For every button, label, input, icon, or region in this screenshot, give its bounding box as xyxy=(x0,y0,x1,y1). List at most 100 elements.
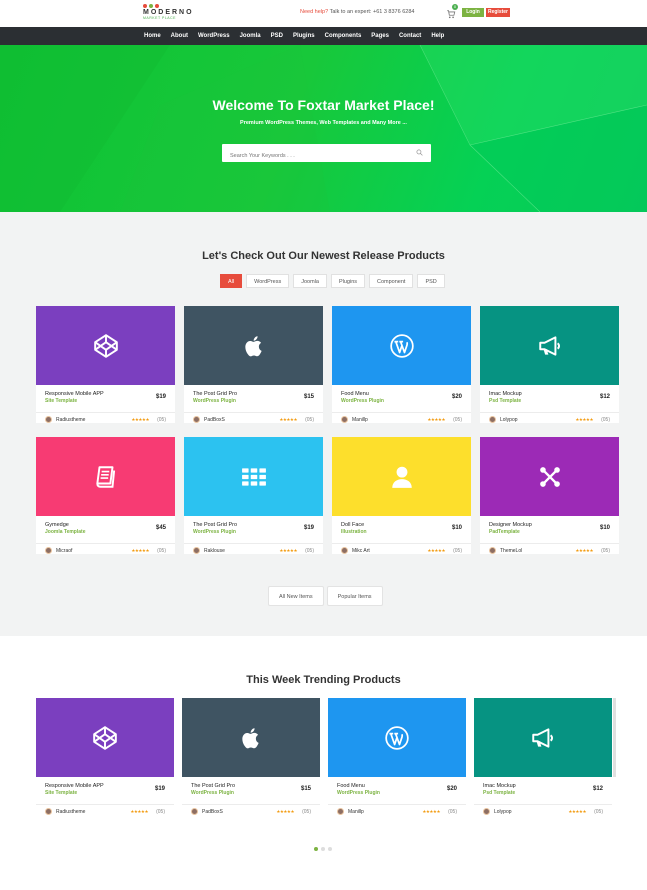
main-nav: Home About WordPress Joomla PSD Plugins Compon… xyxy=(0,27,647,45)
author-name[interactable]: PadBoxS xyxy=(202,809,223,815)
nav-item-psd[interactable]: PSD xyxy=(271,27,283,45)
product-title[interactable]: Imac Mockup xyxy=(483,783,516,789)
product-category[interactable]: PadTemplate xyxy=(489,529,520,535)
author-name[interactable]: Lolypop xyxy=(500,417,518,423)
product-thumbnail[interactable] xyxy=(182,698,320,777)
brand-logo[interactable]: MODERNO MARKET PLACE xyxy=(143,4,203,24)
product-card[interactable]: Responsive Mobile APP Site Template $19 Rad… xyxy=(36,698,174,821)
filter-plugins[interactable]: Plugins xyxy=(330,274,366,288)
filter-joomla[interactable]: Joomla xyxy=(293,274,327,288)
product-category[interactable]: Joomla Template xyxy=(45,529,85,535)
login-button[interactable]: Login xyxy=(462,8,484,17)
product-thumbnail[interactable] xyxy=(36,698,174,777)
product-category[interactable]: WordPress Plugin xyxy=(193,398,236,404)
filter-component[interactable]: Component xyxy=(369,274,414,288)
product-card[interactable]: Imac Mockup Psd Template $12 Lolypop ★★★★★ (0… xyxy=(480,306,619,423)
filter-wordpress[interactable]: WordPress xyxy=(246,274,290,288)
product-category[interactable]: Psd Template xyxy=(483,790,515,796)
carousel-dot[interactable] xyxy=(321,847,325,851)
product-category[interactable]: WordPress Plugin xyxy=(337,790,380,796)
product-category[interactable]: WordPress Plugin xyxy=(341,398,384,404)
product-thumbnail[interactable] xyxy=(328,698,466,777)
product-thumbnail[interactable] xyxy=(332,306,471,385)
search-icon[interactable] xyxy=(416,149,423,156)
product-thumbnail[interactable] xyxy=(184,437,323,516)
carousel-dot[interactable] xyxy=(314,847,318,851)
nav-item-components[interactable]: Components xyxy=(325,27,362,45)
product-title[interactable]: The Post Grid Pro xyxy=(193,522,237,528)
product-title[interactable]: Designer Mockup xyxy=(489,522,532,528)
product-card[interactable]: Doll Face Illustration $10 Mikc Art ★★★★★ (05… xyxy=(332,437,471,554)
product-card[interactable]: Responsive Mobile APP Site Template $19 Rad… xyxy=(36,306,175,423)
product-category[interactable]: Illustration xyxy=(341,529,367,535)
nav-item-pages[interactable]: Pages xyxy=(371,27,389,45)
hero-subtitle: Premium WordPress Themes, Web Templates … xyxy=(240,120,407,126)
product-card[interactable]: The Post Grid Pro WordPress Plugin $19 Rakl… xyxy=(184,437,323,554)
product-title[interactable]: Responsive Mobile APP xyxy=(45,783,104,789)
author-name[interactable]: Mikc Art xyxy=(352,548,370,554)
register-button[interactable]: Register xyxy=(486,8,510,17)
nav-item-wordpress[interactable]: WordPress xyxy=(198,27,230,45)
nav-item-home[interactable]: Home xyxy=(144,27,161,45)
product-card[interactable]: Imac Mockup Psd Template $12 Lolypop ★★★★★ (0… xyxy=(474,698,612,821)
product-thumbnail[interactable] xyxy=(184,306,323,385)
product-category[interactable]: WordPress Plugin xyxy=(191,790,234,796)
product-card[interactable]: The Post Grid Pro WordPress Plugin $15 PadB… xyxy=(182,698,320,821)
product-thumbnail[interactable] xyxy=(480,437,619,516)
carousel-dot[interactable] xyxy=(328,847,332,851)
author-name[interactable]: Radiustheme xyxy=(56,809,85,815)
product-card[interactable]: The Post Grid Pro WordPress Plugin $15 PadB… xyxy=(184,306,323,423)
author-name[interactable]: PadBoxS xyxy=(204,417,225,423)
filter-all[interactable]: All xyxy=(220,274,243,288)
author-avatar xyxy=(193,416,200,423)
product-title[interactable]: Food Menu xyxy=(341,391,369,397)
product-thumbnail[interactable] xyxy=(332,437,471,516)
author-name[interactable]: Manillp xyxy=(352,417,368,423)
product-price: $20 xyxy=(446,786,457,792)
product-thumbnail[interactable] xyxy=(36,306,175,385)
product-price: $10 xyxy=(451,525,462,531)
brand-name: MODERNO xyxy=(143,9,194,16)
nav-item-about[interactable]: About xyxy=(171,27,188,45)
product-thumbnail[interactable] xyxy=(480,306,619,385)
product-title[interactable]: Imac Mockup xyxy=(489,391,522,397)
product-category[interactable]: Site Template xyxy=(45,398,77,404)
author-name[interactable]: Radiustheme xyxy=(56,417,85,423)
author-name[interactable]: ThemeLol xyxy=(500,548,522,554)
product-title[interactable]: Gymedge xyxy=(45,522,69,528)
product-card[interactable]: Gymedge Joomla Template $45 Micraof ★★★★★ (05… xyxy=(36,437,175,554)
nav-item-plugins[interactable]: Plugins xyxy=(293,27,315,45)
author-name[interactable]: Manillp xyxy=(348,809,364,815)
filter-psd[interactable]: PSD xyxy=(417,274,445,288)
review-count: (05) xyxy=(156,809,165,815)
product-title[interactable]: The Post Grid Pro xyxy=(191,783,235,789)
product-category[interactable]: Site Template xyxy=(45,790,77,796)
author-name[interactable]: Micraof xyxy=(56,548,72,554)
product-title[interactable]: Food Menu xyxy=(337,783,365,789)
search-input[interactable] xyxy=(222,147,402,165)
next-slide-peek xyxy=(613,698,616,777)
card-divider xyxy=(184,412,323,413)
product-category[interactable]: WordPress Plugin xyxy=(193,529,236,535)
product-card[interactable]: Food Menu WordPress Plugin $20 Manillp ★★★★★… xyxy=(332,306,471,423)
category-filters: All WordPress Joomla Plugins Component PSD xyxy=(220,274,445,288)
product-price: $19 xyxy=(154,786,165,792)
product-thumbnail[interactable] xyxy=(474,698,612,777)
all-new-items-button[interactable]: All New Items xyxy=(268,586,324,606)
author-name[interactable]: Lolypop xyxy=(494,809,512,815)
cart-icon[interactable]: 0 xyxy=(446,4,458,19)
popular-items-button[interactable]: Popular Items xyxy=(326,586,383,606)
nav-item-joomla[interactable]: Joomla xyxy=(240,27,261,45)
product-title[interactable]: Doll Face xyxy=(341,522,364,528)
product-thumbnail[interactable] xyxy=(36,437,175,516)
author-name[interactable]: Raklouse xyxy=(204,548,225,554)
product-price: $19 xyxy=(303,525,314,531)
product-title[interactable]: The Post Grid Pro xyxy=(193,391,237,397)
product-category[interactable]: Psd Template xyxy=(489,398,521,404)
nav-item-help[interactable]: Help xyxy=(431,27,444,45)
product-card[interactable]: Food Menu WordPress Plugin $20 Manillp ★★★★★… xyxy=(328,698,466,821)
review-count: (05) xyxy=(601,548,610,554)
product-card[interactable]: Designer Mockup PadTemplate $10 ThemeLol ★★★… xyxy=(480,437,619,554)
nav-item-contact[interactable]: Contact xyxy=(399,27,421,45)
product-title[interactable]: Responsive Mobile APP xyxy=(45,391,104,397)
